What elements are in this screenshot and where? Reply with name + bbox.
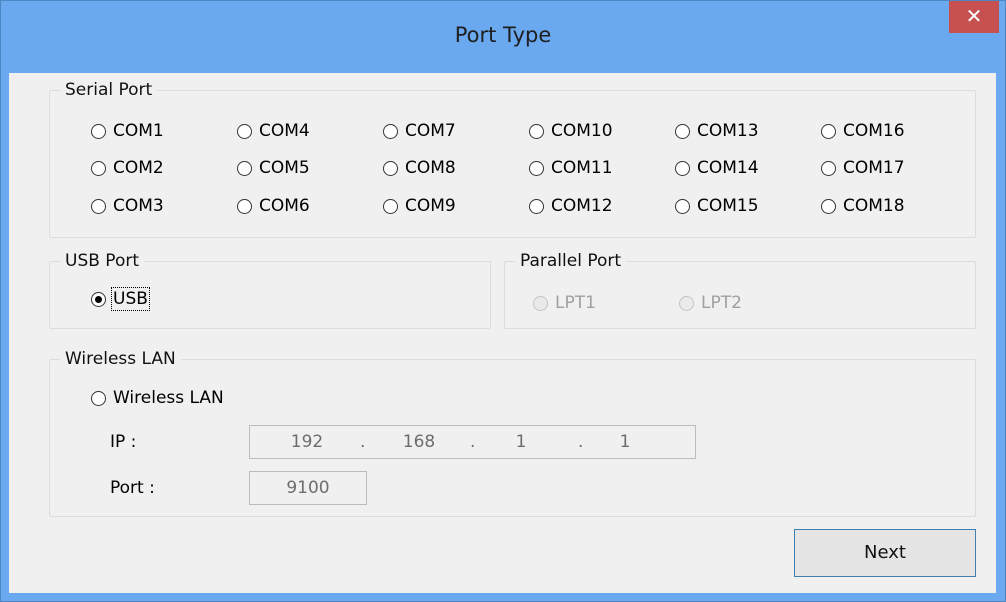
radio-label: COM2 <box>113 158 164 178</box>
radio-lpt1[interactable]: LPT1 <box>533 293 596 313</box>
radio-com5[interactable]: COM5 <box>237 158 310 178</box>
radio-label: COM16 <box>843 121 905 141</box>
radio-label: COM3 <box>113 196 164 216</box>
radio-com10[interactable]: COM10 <box>529 121 613 141</box>
radio-com7[interactable]: COM7 <box>383 121 456 141</box>
radio-circle <box>237 123 252 139</box>
radio-label: COM15 <box>697 196 759 216</box>
radio-label: Wireless LAN <box>113 388 224 408</box>
ip-separator: . <box>470 432 476 452</box>
port-field[interactable]: 9100 <box>249 471 367 505</box>
radio-lpt2[interactable]: LPT2 <box>679 293 742 313</box>
radio-label: COM18 <box>843 196 905 216</box>
radio-label: COM7 <box>405 121 456 141</box>
radio-label: COM11 <box>551 158 613 178</box>
radio-label: COM5 <box>259 158 310 178</box>
radio-com17[interactable]: COM17 <box>821 158 905 178</box>
radio-circle <box>675 160 690 176</box>
radio-label: COM13 <box>697 121 759 141</box>
radio-label: COM10 <box>551 121 613 141</box>
radio-circle <box>383 123 398 139</box>
radio-circle-selected <box>91 291 106 307</box>
radio-label: LPT2 <box>701 293 742 313</box>
radio-com13[interactable]: COM13 <box>675 121 759 141</box>
ip-separator: . <box>578 432 584 452</box>
radio-circle <box>91 160 106 176</box>
radio-com14[interactable]: COM14 <box>675 158 759 178</box>
radio-circle <box>237 198 252 214</box>
radio-label: COM9 <box>405 196 456 216</box>
radio-label: COM1 <box>113 121 164 141</box>
radio-com3[interactable]: COM3 <box>91 196 164 216</box>
radio-circle <box>237 160 252 176</box>
radio-circle <box>675 198 690 214</box>
radio-circle <box>91 123 106 139</box>
radio-com2[interactable]: COM2 <box>91 158 164 178</box>
radio-com11[interactable]: COM11 <box>529 158 613 178</box>
window-title: Port Type <box>454 23 552 47</box>
radio-usb[interactable]: USB <box>91 287 150 311</box>
ip-label: IP : <box>110 432 137 452</box>
radio-com8[interactable]: COM8 <box>383 158 456 178</box>
radio-circle <box>529 123 544 139</box>
radio-label: COM12 <box>551 196 613 216</box>
title-bar: Port Type ✕ <box>1 1 1005 73</box>
radio-com12[interactable]: COM12 <box>529 196 613 216</box>
radio-com4[interactable]: COM4 <box>237 121 310 141</box>
radio-com16[interactable]: COM16 <box>821 121 905 141</box>
radio-circle <box>821 198 836 214</box>
radio-circle <box>91 390 106 406</box>
radio-circle <box>533 295 548 311</box>
port-type-dialog: Port Type ✕ Serial Port COM1 COM4 COM7 C… <box>0 0 1006 602</box>
ip-separator: . <box>360 432 366 452</box>
radio-circle <box>91 198 106 214</box>
ip-address-field[interactable]: 192 . 168 . 1 . 1 <box>249 425 696 459</box>
radio-label: COM6 <box>259 196 310 216</box>
close-button[interactable]: ✕ <box>949 1 999 33</box>
radio-label: COM8 <box>405 158 456 178</box>
radio-circle <box>821 123 836 139</box>
wireless-lan-title: Wireless LAN <box>60 348 181 370</box>
radio-com9[interactable]: COM9 <box>383 196 456 216</box>
radio-circle <box>383 198 398 214</box>
radio-com18[interactable]: COM18 <box>821 196 905 216</box>
radio-wireless-lan[interactable]: Wireless LAN <box>91 388 224 408</box>
ip-octet-2: 168 <box>402 432 436 452</box>
radio-com6[interactable]: COM6 <box>237 196 310 216</box>
parallel-port-title: Parallel Port <box>515 250 627 272</box>
radio-com1[interactable]: COM1 <box>91 121 164 141</box>
radio-label: COM17 <box>843 158 905 178</box>
radio-circle <box>675 123 690 139</box>
radio-label: COM14 <box>697 158 759 178</box>
ip-octet-3: 1 <box>515 432 527 452</box>
close-icon: ✕ <box>965 4 983 28</box>
radio-circle <box>821 160 836 176</box>
radio-label: LPT1 <box>555 293 596 313</box>
radio-circle <box>529 198 544 214</box>
radio-com15[interactable]: COM15 <box>675 196 759 216</box>
radio-label: COM4 <box>259 121 310 141</box>
radio-circle <box>679 295 694 311</box>
ip-octet-1: 192 <box>290 432 324 452</box>
next-button[interactable]: Next <box>794 529 976 577</box>
port-value: 9100 <box>286 478 330 498</box>
dialog-body: Serial Port COM1 COM4 COM7 COM10 COM13 C… <box>9 73 996 593</box>
usb-port-title: USB Port <box>60 250 145 272</box>
radio-circle <box>529 160 544 176</box>
radio-label: USB <box>111 287 150 311</box>
port-label: Port : <box>110 478 155 498</box>
radio-circle <box>383 160 398 176</box>
serial-port-title: Serial Port <box>60 79 158 101</box>
ip-octet-4: 1 <box>619 432 631 452</box>
